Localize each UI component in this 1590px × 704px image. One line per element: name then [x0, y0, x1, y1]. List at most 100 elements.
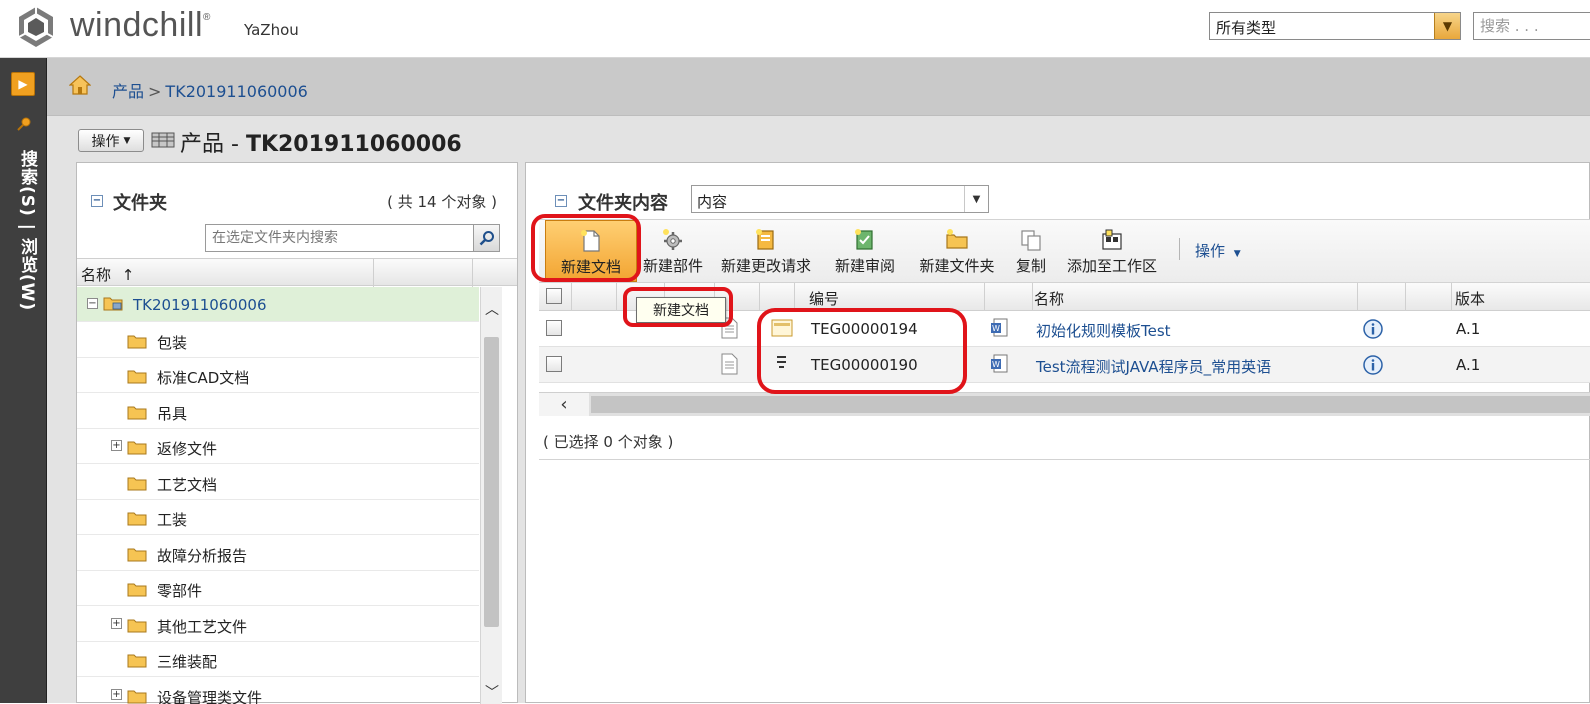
breadcrumb-current[interactable]: TK201911060006	[165, 82, 307, 101]
breadcrumb-product-link[interactable]: 产品	[112, 82, 144, 101]
tree-label: 标准CAD文档	[157, 369, 250, 387]
row-name-link[interactable]: 初始化规则模板Test	[1036, 320, 1171, 341]
scrollbar-thumb[interactable]	[591, 396, 1590, 413]
folder-search-input[interactable]	[206, 225, 474, 251]
row-number: TEG00000194	[811, 320, 918, 338]
expand-arrow-icon: ▶	[18, 77, 28, 91]
new-folder-button[interactable]: 新建文件夹	[913, 220, 1001, 282]
column-header-name[interactable]: 名称	[1034, 288, 1064, 309]
row-name-link[interactable]: Test流程测试JAVA程序员_常用英语	[1036, 356, 1271, 377]
row-checkbox[interactable]	[546, 320, 562, 336]
tree-collapse-toggle[interactable]: −	[87, 298, 98, 309]
tree-label: 故障分析报告	[157, 547, 248, 565]
page-actions-button[interactable]: 操作 ▼	[78, 129, 144, 152]
folder-icon	[127, 688, 147, 704]
tree-row-folder[interactable]: + 设备管理类文件	[77, 678, 479, 704]
global-search-input[interactable]	[1474, 13, 1590, 39]
copy-icon	[1021, 230, 1041, 251]
contents-panel-collapse-button[interactable]: −	[555, 195, 567, 207]
view-select-dropdown-button[interactable]: ▼	[964, 186, 988, 212]
new-document-button[interactable]: 新建文档	[545, 220, 637, 282]
toolbar-actions-menu[interactable]: 操作 ▼	[1195, 240, 1241, 261]
product-folder-icon	[103, 297, 123, 311]
type-select-dropdown-button[interactable]: ▼	[1434, 13, 1460, 39]
global-search-box[interactable]	[1473, 12, 1590, 40]
tree-row-folder[interactable]: 标准CAD文档	[77, 358, 479, 393]
document-thumbnail-icon[interactable]	[771, 317, 793, 339]
navigator-tabs-label[interactable]: 搜索(S) | 浏览(W)	[8, 150, 40, 311]
folder-icon	[127, 546, 147, 562]
tree-expand-toggle[interactable]: +	[111, 440, 122, 451]
page-title: 产品 - TK201911060006	[180, 132, 462, 157]
column-separator	[794, 283, 795, 311]
folder-tree-scrollbar[interactable]: ︿ ﹀	[480, 287, 502, 704]
tree-label: 工艺文档	[157, 476, 218, 494]
copy-button[interactable]: 复制	[1011, 220, 1051, 282]
column-separator	[1032, 283, 1033, 311]
select-all-checkbox[interactable]	[546, 288, 562, 304]
home-icon[interactable]	[69, 74, 91, 96]
search-icon	[479, 231, 494, 246]
left-navigator: ▶ 搜索(S) | 浏览(W)	[0, 58, 47, 703]
type-select[interactable]: 所有类型 ▼	[1209, 12, 1461, 40]
windchill-logo-icon	[18, 7, 54, 47]
scroll-down-button[interactable]: ﹀	[481, 682, 503, 702]
tree-expand-toggle[interactable]: +	[111, 689, 122, 700]
scrollbar-thumb[interactable]	[484, 337, 499, 627]
tree-row-folder[interactable]: 故障分析报告	[77, 536, 479, 571]
folder-panel-collapse-button[interactable]: −	[91, 195, 103, 207]
tree-row-folder[interactable]: + 其他工艺文件	[77, 607, 479, 642]
chevron-left-icon: ‹	[560, 394, 568, 415]
new-document-tooltip: 新建文档	[636, 297, 726, 323]
tree-row-folder[interactable]: 零部件	[77, 571, 479, 606]
scroll-left-button[interactable]: ‹	[539, 393, 589, 416]
tree-row-folder[interactable]: 工装	[77, 500, 479, 535]
info-icon[interactable]	[1363, 319, 1383, 339]
folder-search-box[interactable]	[205, 224, 500, 252]
tree-row-folder[interactable]: 工艺文档	[77, 465, 479, 500]
scroll-up-button[interactable]: ︿	[481, 297, 503, 321]
word-document-icon[interactable]: W	[989, 353, 1009, 375]
view-select-value: 内容	[697, 193, 728, 211]
row-checkbox[interactable]	[546, 356, 562, 372]
tree-label: 零部件	[157, 582, 203, 600]
sort-ascending-icon: ↑	[121, 266, 135, 284]
tree-row-folder[interactable]: 三维装配	[77, 642, 479, 677]
document-type-icon	[719, 353, 739, 375]
view-select[interactable]: 内容 ▼	[691, 185, 989, 213]
svg-text:W: W	[992, 360, 1000, 369]
tree-row-root[interactable]: − TK201911060006	[77, 287, 479, 322]
add-to-workspace-button[interactable]: 添加至工作区	[1061, 220, 1163, 282]
folder-count: ( 共 14 个对象 )	[387, 193, 497, 211]
column-header-version[interactable]: 版本	[1455, 288, 1485, 309]
column-separator	[1405, 283, 1406, 311]
new-part-button[interactable]: 新建部件	[635, 220, 711, 282]
tree-label: 包装	[157, 334, 188, 352]
new-review-button[interactable]: 新建审阅	[829, 220, 901, 282]
row-number: TEG00000190	[811, 356, 918, 374]
table-row[interactable]: TEG00000190 W Test流程测试JAVA程序员_常用英语 A.1	[539, 347, 1590, 383]
column-header-number[interactable]: 编号	[809, 288, 839, 309]
column-header-name[interactable]: 名称 ↑	[81, 264, 134, 285]
tree-row-folder[interactable]: 包装	[77, 323, 479, 358]
breadcrumb-bar: 产品 > TK201911060006	[47, 58, 1590, 116]
contents-horizontal-scrollbar[interactable]: ‹	[539, 392, 1590, 416]
column-separator	[759, 283, 760, 311]
folder-icon	[127, 652, 147, 668]
folder-icon	[127, 475, 147, 491]
folder-search-button[interactable]	[473, 225, 499, 251]
document-thumbnail-icon[interactable]	[771, 353, 793, 375]
tree-row-folder[interactable]: 吊具	[77, 394, 479, 429]
new-change-request-button[interactable]: 新建更改请求	[715, 220, 817, 282]
word-document-icon[interactable]: W	[989, 317, 1009, 339]
column-separator	[1357, 283, 1358, 311]
folder-icon	[127, 333, 147, 349]
chevron-down-icon: ▼	[972, 193, 981, 205]
tree-row-folder[interactable]: + 返修文件	[77, 429, 479, 464]
search-icon[interactable]	[16, 116, 32, 132]
chevron-down-icon: ▼	[1233, 249, 1241, 259]
info-icon[interactable]	[1363, 355, 1383, 375]
navigator-toggle-button[interactable]: ▶	[11, 72, 35, 96]
tree-expand-toggle[interactable]: +	[111, 618, 122, 629]
toolbar-separator	[1179, 238, 1180, 260]
